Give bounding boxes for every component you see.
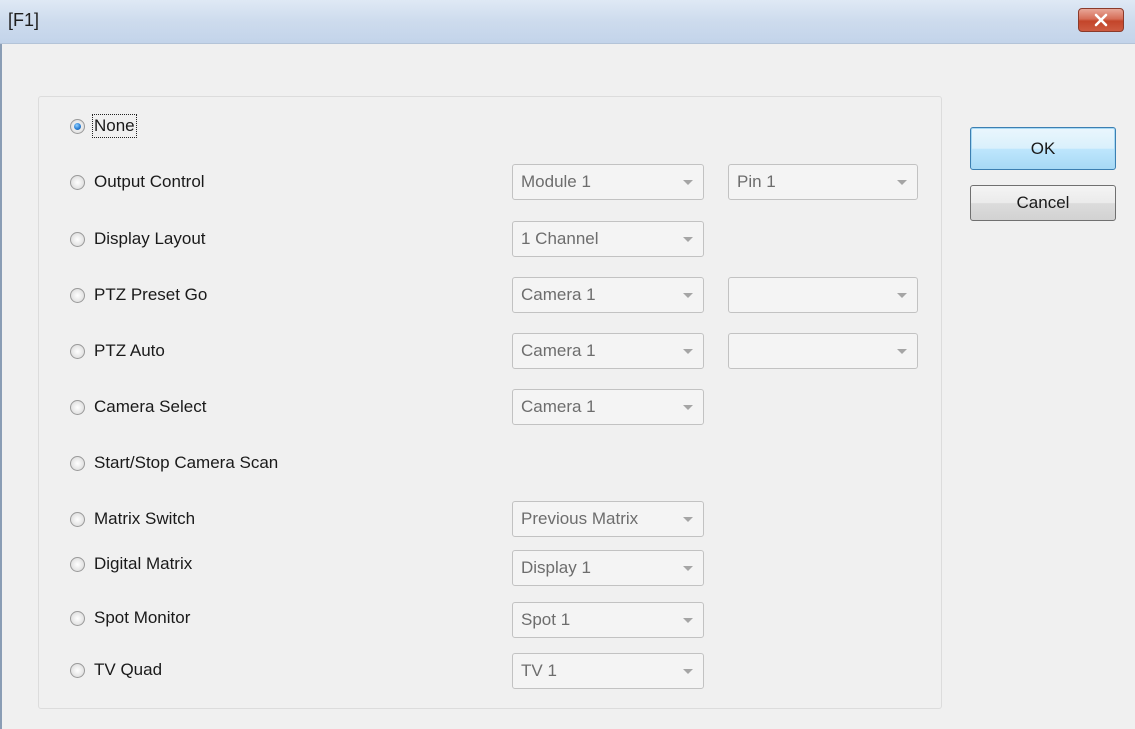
radio-display-layout[interactable] [70, 231, 85, 247]
display-layout-value: 1 Channel [521, 229, 599, 248]
tv-quad-select[interactable]: TV 1 [512, 653, 704, 689]
title-bar: [F1] [0, 0, 1135, 44]
option-display-layout-label: Display Layout [94, 229, 206, 248]
ptz-auto-camera-select[interactable]: Camera 1 [512, 333, 704, 369]
output-control-pin-value: Pin 1 [737, 172, 776, 191]
spot-monitor-select[interactable]: Spot 1 [512, 602, 704, 638]
ptz-preset-camera-value: Camera 1 [521, 285, 596, 304]
option-ptz-auto[interactable]: PTZ Auto [70, 339, 165, 363]
option-spot-monitor[interactable]: Spot Monitor [70, 606, 190, 630]
option-digital-matrix-label: Digital Matrix [94, 554, 193, 573]
radio-none[interactable] [70, 118, 85, 134]
option-ptz-preset-go[interactable]: PTZ Preset Go [70, 283, 207, 307]
option-matrix-switch-label: Matrix Switch [94, 509, 196, 528]
chevron-down-icon [897, 293, 907, 298]
radio-output-control[interactable] [70, 174, 85, 190]
spot-monitor-value: Spot 1 [521, 610, 571, 629]
output-control-module-value: Module 1 [521, 172, 591, 191]
chevron-down-icon [683, 669, 693, 674]
chevron-down-icon [683, 566, 693, 571]
option-start-stop-camera-scan[interactable]: Start/Stop Camera Scan [70, 451, 278, 475]
option-none-label: None [92, 114, 137, 138]
close-button[interactable] [1078, 8, 1124, 32]
close-icon [1094, 13, 1108, 27]
option-display-layout[interactable]: Display Layout [70, 227, 206, 251]
chevron-down-icon [683, 293, 693, 298]
radio-ptz-auto[interactable] [70, 343, 85, 359]
chevron-down-icon [683, 180, 693, 185]
matrix-switch-value: Previous Matrix [521, 509, 639, 528]
chevron-down-icon [683, 349, 693, 354]
camera-select-select[interactable]: Camera 1 [512, 389, 704, 425]
tv-quad-value: TV 1 [521, 661, 557, 680]
digital-matrix-select[interactable]: Display 1 [512, 550, 704, 586]
option-ptz-auto-label: PTZ Auto [94, 341, 165, 360]
chevron-down-icon [683, 405, 693, 410]
radio-matrix-switch[interactable] [70, 511, 85, 527]
output-control-module-select[interactable]: Module 1 [512, 164, 704, 200]
option-spot-monitor-label: Spot Monitor [94, 608, 191, 627]
radio-start-stop-camera-scan[interactable] [70, 455, 85, 471]
radio-ptz-preset-go[interactable] [70, 287, 85, 303]
cancel-button[interactable]: Cancel [970, 185, 1116, 221]
radio-tv-quad[interactable] [70, 662, 85, 678]
ptz-preset-number-select[interactable] [728, 277, 918, 313]
option-ptz-preset-go-label: PTZ Preset Go [94, 285, 208, 304]
ok-button[interactable]: OK [970, 127, 1116, 170]
camera-select-value: Camera 1 [521, 397, 596, 416]
chevron-down-icon [897, 180, 907, 185]
window-title: [F1] [8, 10, 40, 30]
ptz-auto-camera-value: Camera 1 [521, 341, 596, 360]
radio-camera-select[interactable] [70, 399, 85, 415]
option-start-stop-camera-scan-label: Start/Stop Camera Scan [94, 453, 279, 472]
digital-matrix-value: Display 1 [521, 558, 591, 577]
chevron-down-icon [683, 237, 693, 242]
option-output-control[interactable]: Output Control [70, 170, 205, 194]
dialog-window: [F1] None Output Control Module 1 Pin 1 [0, 0, 1135, 729]
option-digital-matrix[interactable]: Digital Matrix [70, 552, 192, 576]
option-none[interactable]: None [70, 114, 137, 138]
ptz-preset-camera-select[interactable]: Camera 1 [512, 277, 704, 313]
option-matrix-switch[interactable]: Matrix Switch [70, 507, 195, 531]
radio-spot-monitor[interactable] [70, 610, 85, 626]
matrix-switch-select[interactable]: Previous Matrix [512, 501, 704, 537]
option-camera-select[interactable]: Camera Select [70, 395, 206, 419]
radio-digital-matrix[interactable] [70, 556, 85, 572]
ptz-auto-mode-select[interactable] [728, 333, 918, 369]
option-tv-quad-label: TV Quad [94, 660, 163, 679]
option-output-control-label: Output Control [94, 172, 205, 191]
display-layout-select[interactable]: 1 Channel [512, 221, 704, 257]
chevron-down-icon [683, 517, 693, 522]
chevron-down-icon [683, 618, 693, 623]
output-control-pin-select[interactable]: Pin 1 [728, 164, 918, 200]
dialog-body: None Output Control Module 1 Pin 1 Displ… [0, 44, 1135, 729]
option-tv-quad[interactable]: TV Quad [70, 658, 162, 682]
chevron-down-icon [897, 349, 907, 354]
option-camera-select-label: Camera Select [94, 397, 207, 416]
